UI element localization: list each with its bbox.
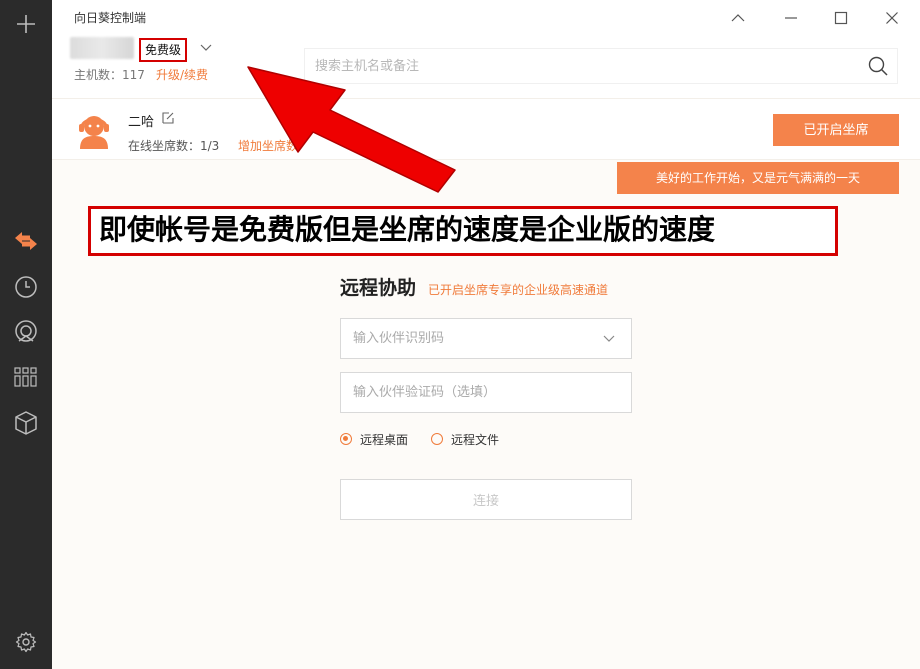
remote-assist-title: 远程协助: [340, 277, 417, 299]
left-sidebar: [0, 0, 52, 669]
minimize-icon: [785, 17, 797, 19]
seat-info-row: 二哈 在线坐席数：1/3 增加坐席数 已开启坐席: [52, 98, 920, 160]
partner-id-input[interactable]: [341, 319, 591, 358]
app-title: 向日葵控制端: [74, 11, 147, 25]
add-seats-link[interactable]: 增加坐席数: [238, 137, 298, 154]
grid-apps-icon: [14, 367, 37, 387]
radio-remote-desktop-label: 远程桌面: [360, 432, 409, 447]
seat-enabled-button[interactable]: 已开启坐席: [773, 114, 899, 146]
plan-badge: 免费级: [139, 38, 188, 62]
collapse-up-icon: [731, 14, 745, 22]
collapse-button[interactable]: [726, 6, 750, 30]
account-name-blurred: [70, 37, 134, 59]
sidebar-item-history[interactable]: [0, 267, 52, 307]
settings-button[interactable]: [0, 622, 52, 662]
minimize-button[interactable]: [779, 6, 803, 30]
sidebar-item-apps[interactable]: [0, 357, 52, 397]
agent-avatar-icon: [79, 116, 109, 149]
online-seat-count: 在线坐席数：1/3: [128, 139, 220, 153]
seat-name: 二哈: [128, 115, 155, 130]
upgrade-renew-link[interactable]: 升级/续费: [156, 66, 208, 83]
partner-id-field: [340, 318, 632, 359]
maximize-icon: [834, 11, 848, 25]
host-count: 主机数：117: [74, 68, 145, 82]
radio-remote-desktop[interactable]: 远程桌面: [340, 430, 408, 448]
search-input[interactable]: [305, 49, 845, 83]
main-content: 美好的工作开始，又是元气满满的一天 即使帐号是免费版但是坐席的速度是企业版的速度…: [52, 160, 920, 669]
search-box: [304, 48, 898, 84]
remote-transfer-icon: [15, 232, 37, 250]
camera-lens-icon: [15, 320, 37, 342]
search-button[interactable]: [867, 55, 889, 77]
radio-remote-file-label: 远程文件: [451, 432, 500, 447]
history-clock-icon: [15, 276, 37, 298]
greeting-banner: 美好的工作开始，又是元气满满的一天: [617, 162, 899, 194]
maximize-button[interactable]: [829, 6, 853, 30]
partner-code-field: [340, 372, 632, 413]
cube-icon: [15, 411, 37, 435]
sidebar-item-camera[interactable]: [0, 312, 52, 352]
radio-selected-icon: [340, 433, 352, 445]
annotation-callout: 即使帐号是免费版但是坐席的速度是企业版的速度: [88, 206, 838, 256]
plus-icon: [17, 15, 35, 33]
edit-icon[interactable]: [161, 111, 175, 125]
radio-unselected-icon: [431, 433, 443, 445]
partner-id-dropdown[interactable]: [601, 331, 617, 347]
partner-code-input[interactable]: [341, 373, 631, 412]
settings-gear-icon: [15, 631, 37, 653]
sidebar-item-cube[interactable]: [0, 403, 52, 443]
plan-dropdown-button[interactable]: [198, 40, 214, 56]
search-icon: [868, 56, 888, 76]
close-icon: [886, 12, 898, 24]
sidebar-item-remote[interactable]: [0, 221, 52, 261]
radio-remote-file[interactable]: 远程文件: [431, 430, 499, 448]
add-button[interactable]: [0, 4, 52, 44]
remote-assist-subtitle: 已开启坐席专享的企业级高速通道: [428, 283, 609, 297]
connect-button[interactable]: 连接: [340, 479, 632, 520]
close-button[interactable]: [880, 6, 904, 30]
chevron-down-icon: [603, 335, 615, 342]
top-header: 向日葵控制端 免费级 主机数：117 升级/续费: [52, 0, 920, 98]
chevron-down-icon: [200, 44, 212, 51]
